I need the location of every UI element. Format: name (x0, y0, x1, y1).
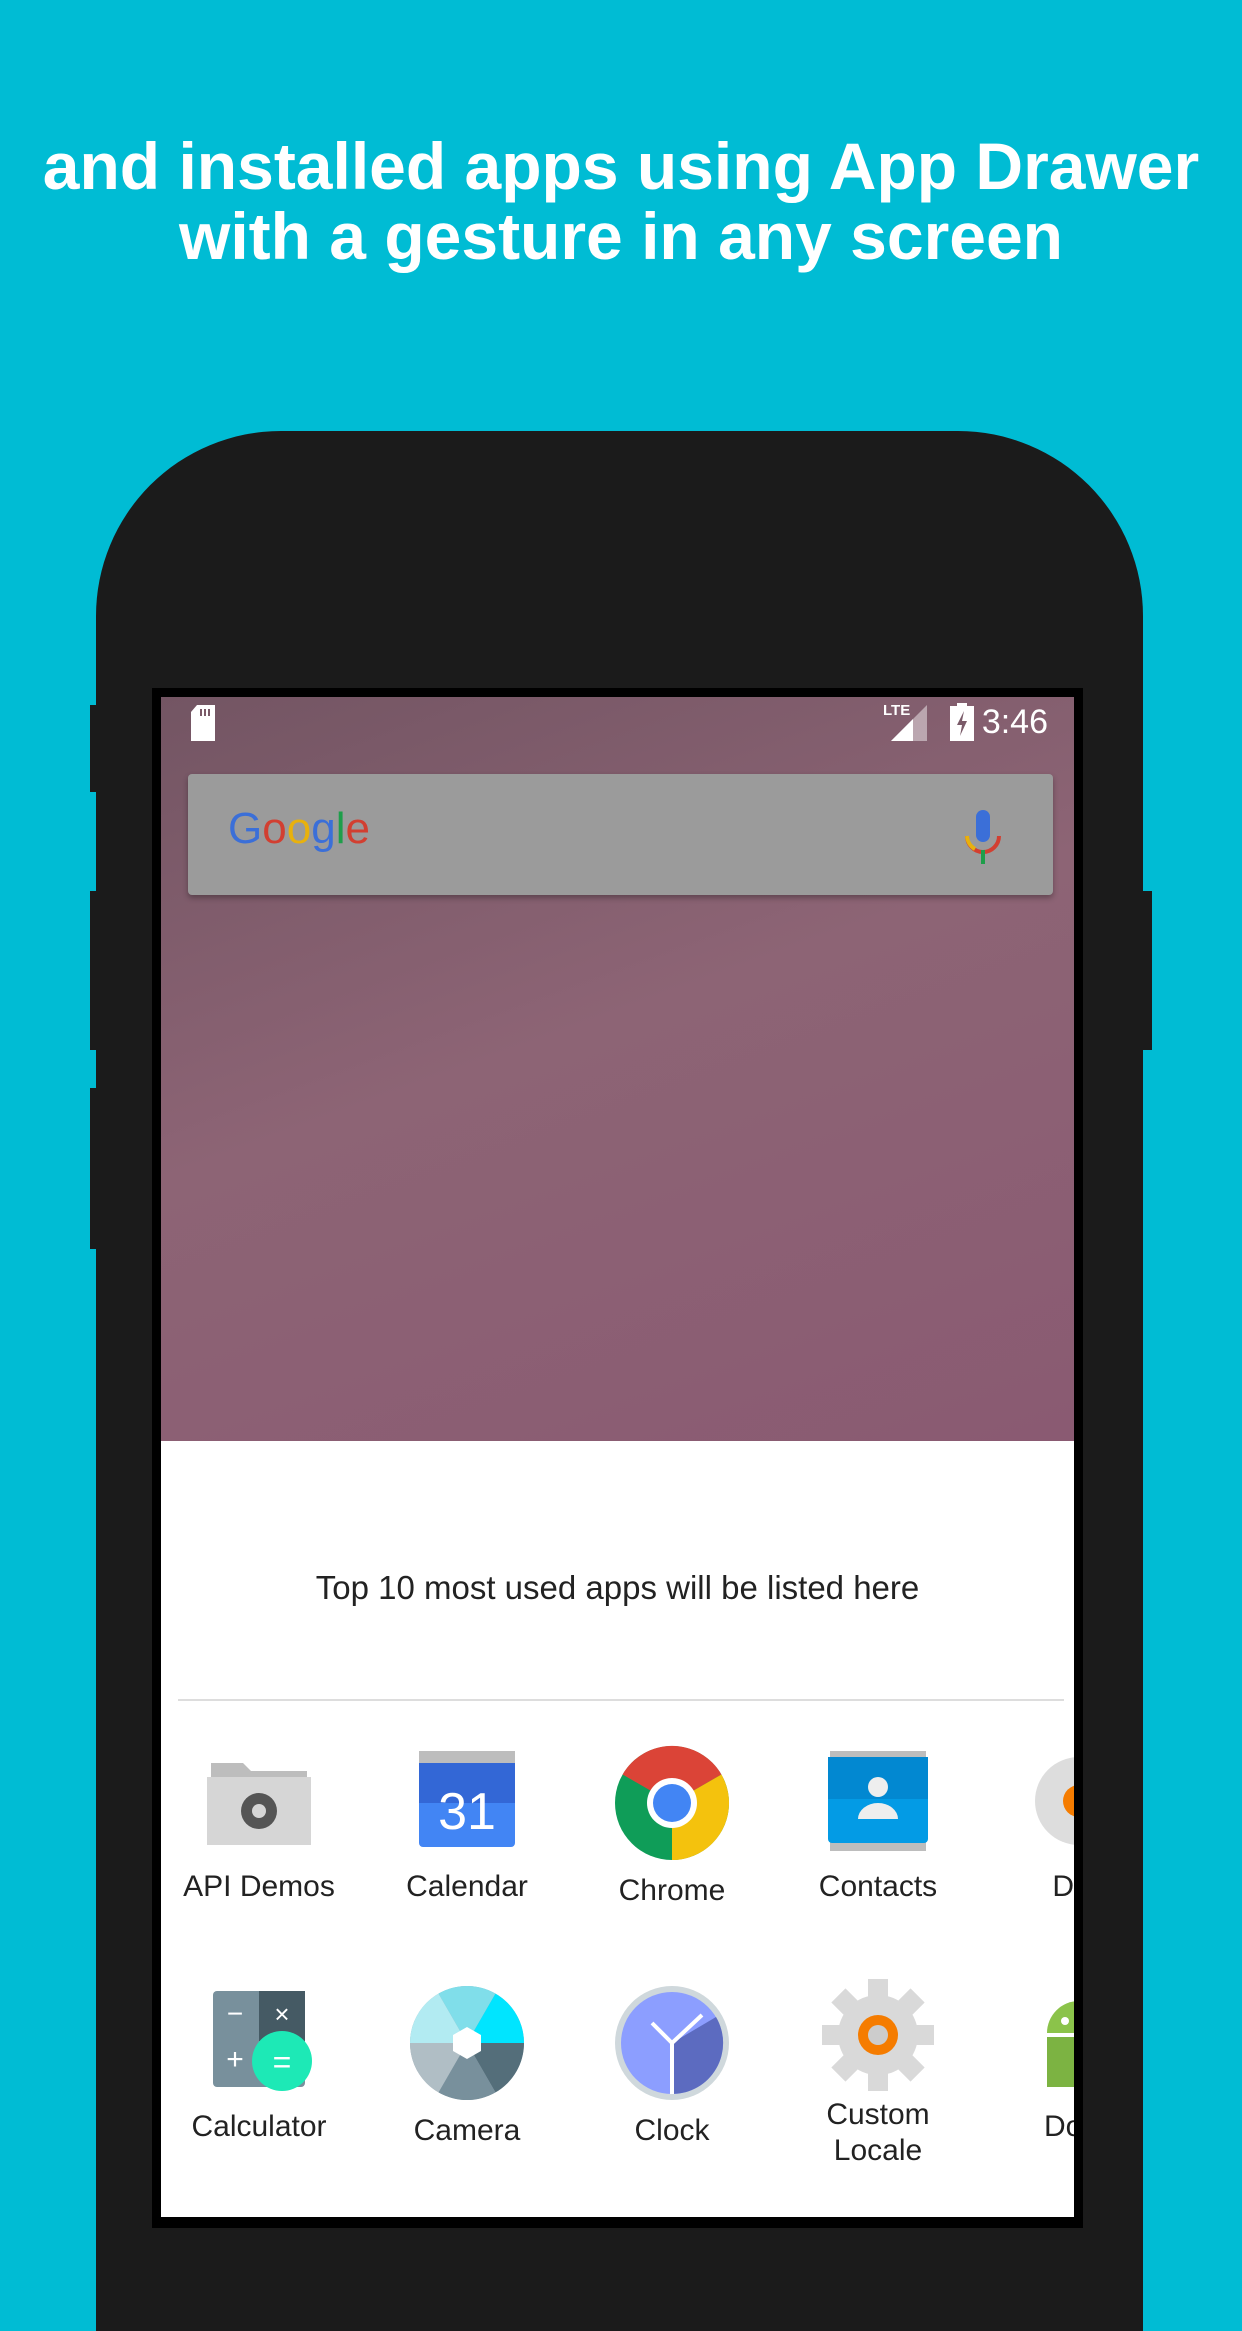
app-label: Calendar (406, 1870, 528, 1903)
svg-text:=: = (273, 2044, 292, 2080)
phone-screen: LTE 3:46 Google Top 10 most used apps wi… (161, 697, 1074, 2217)
app-dev[interactable]: Dev (979, 1745, 1074, 1904)
app-label: Clock (634, 2114, 710, 2147)
app-calculator[interactable]: − × + = Calculator (161, 1985, 359, 2144)
api-demos-icon (207, 1763, 311, 1845)
app-custom-locale[interactable]: Custom Locale (778, 1977, 978, 2169)
app-label: Custom Locale (826, 2098, 930, 2167)
sd-card-icon (191, 705, 215, 741)
screen-bezel-right (1074, 1441, 1083, 2208)
android-icon (1047, 2001, 1074, 2087)
phone-power-button (1141, 891, 1152, 1050)
app-label: Calculator (191, 2110, 327, 2143)
headline: and installed apps using App Drawer with… (0, 131, 1242, 271)
dev-settings-icon (1035, 1757, 1074, 1845)
app-contacts[interactable]: Contacts (778, 1745, 978, 1904)
headline-line-1: and installed apps using App Drawer (42, 129, 1200, 203)
app-label: API Demos (183, 1870, 335, 1903)
google-search-bar[interactable]: Google (188, 774, 1053, 895)
status-bar: LTE 3:46 (161, 697, 1074, 751)
custom-locale-icon (822, 1979, 934, 2091)
status-time: 3:46 (981, 703, 1048, 741)
contacts-icon (828, 1751, 928, 1851)
calculator-icon: − × + = (213, 1991, 312, 2091)
camera-icon (410, 1985, 524, 2101)
app-label: Camera (413, 2114, 521, 2147)
calendar-icon: 31 (419, 1751, 515, 1847)
svg-text:+: + (226, 2043, 244, 2076)
clock-icon (615, 1986, 729, 2100)
app-label: Contacts (818, 1870, 938, 1903)
app-drawer: Top 10 most used apps will be listed her… (161, 1441, 1074, 2217)
phone-side-button (90, 891, 98, 1050)
app-camera[interactable]: Camera (367, 1985, 567, 2148)
svg-text:×: × (274, 1999, 289, 2029)
app-api-demos[interactable]: API Demos (161, 1745, 359, 1904)
phone-side-button (90, 705, 98, 792)
google-logo: Google (228, 804, 370, 853)
divider (178, 1699, 1064, 1701)
microphone-icon[interactable] (963, 810, 1003, 864)
app-label: Chrome (618, 1874, 726, 1907)
battery-charging-icon (950, 703, 974, 741)
phone-side-button (90, 1088, 98, 1249)
most-used-hint: Top 10 most used apps will be listed her… (315, 1569, 920, 1606)
app-label: Docu (1043, 2110, 1074, 2143)
svg-text:31: 31 (438, 1783, 496, 1841)
app-label: Dev (1052, 1870, 1074, 1903)
app-docu[interactable]: Docu (979, 1985, 1074, 2144)
headline-line-2: with a gesture in any screen (179, 199, 1063, 273)
app-calendar[interactable]: 31 Calendar (367, 1745, 567, 1904)
wallpaper: LTE 3:46 Google (161, 697, 1074, 1441)
chrome-icon (615, 1745, 730, 1860)
app-clock[interactable]: Clock (572, 1985, 772, 2148)
svg-text:−: − (227, 1998, 243, 2029)
lte-signal-icon (891, 705, 927, 741)
app-chrome[interactable]: Chrome (572, 1745, 772, 1908)
